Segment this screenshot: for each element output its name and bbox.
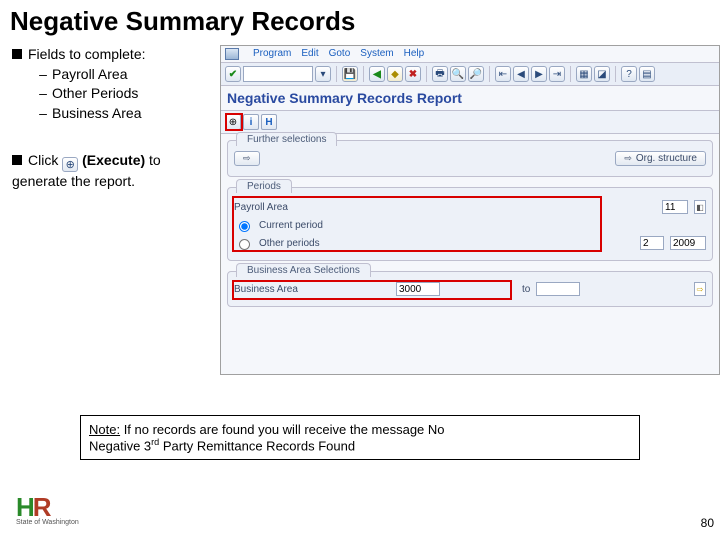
prev-page-button[interactable]: ◀ <box>513 66 529 82</box>
sap-application-toolbar: ⊕ i H <box>221 111 719 134</box>
menu-program[interactable]: Program <box>253 48 291 60</box>
last-page-button[interactable]: ⇥ <box>549 66 565 82</box>
business-area-from[interactable] <box>396 282 440 296</box>
field-item-2: Business Area <box>52 105 142 121</box>
business-area-to[interactable] <box>536 282 580 296</box>
save-button[interactable]: 💾 <box>342 66 358 82</box>
variant-button[interactable]: i <box>243 114 259 130</box>
business-area-label: Business Area <box>234 284 334 295</box>
cancel-button[interactable]: ✖ <box>405 66 421 82</box>
payroll-area-label: Payroll Area <box>234 202 344 213</box>
execute-button[interactable]: ⊕ <box>225 114 241 130</box>
note-text-a: If no records are found you will receive… <box>120 422 444 437</box>
hr-logo: HR State of Washington <box>16 492 79 526</box>
click-text: Click <box>28 152 58 168</box>
field-item-0: Payroll Area <box>52 66 127 82</box>
left-instructions: Fields to complete: –Payroll Area –Other… <box>12 45 212 375</box>
further-selections-group: Further selections ⇨ ⇨Org. structure <box>227 140 713 177</box>
execute-icon: ⊕ <box>62 157 78 172</box>
bullet-icon <box>12 155 22 165</box>
menu-goto[interactable]: Goto <box>329 48 351 60</box>
search-help-icon[interactable]: ◧ <box>694 200 706 214</box>
dropdown-icon[interactable]: ▾ <box>315 66 331 82</box>
payroll-area-field[interactable] <box>662 200 688 214</box>
menu-system[interactable]: System <box>360 48 393 60</box>
enter-button[interactable]: ✔ <box>225 66 241 82</box>
bullet-icon <box>12 49 22 59</box>
field-item-1: Other Periods <box>52 85 138 101</box>
layout-button[interactable]: ▦ <box>576 66 592 82</box>
system-menu-icon[interactable] <box>225 48 239 60</box>
page-number: 80 <box>701 516 714 530</box>
click-line2: generate the report. <box>12 172 212 192</box>
command-field[interactable] <box>243 66 313 82</box>
next-page-button[interactable]: ▶ <box>531 66 547 82</box>
logo-subtitle: State of Washington <box>16 519 79 526</box>
note-text-c: Party Remittance Records Found <box>159 438 355 453</box>
other-periods-label: Other periods <box>259 238 320 249</box>
sap-window: Program Edit Goto System Help ✔ ▾ 💾 ◀ ◆ … <box>220 45 720 375</box>
layout-menu-button[interactable]: ▤ <box>639 66 655 82</box>
find-next-button[interactable]: 🔎 <box>468 66 484 82</box>
other-period-from[interactable] <box>640 236 664 250</box>
info-button[interactable]: H <box>261 114 277 130</box>
periods-group: Periods Payroll Area ◧ Current period Ot… <box>227 187 713 261</box>
multiple-selection-icon[interactable]: ⇨ <box>694 282 706 296</box>
further-selections-tab: Further selections <box>236 132 337 146</box>
shortcut-button[interactable]: ◪ <box>594 66 610 82</box>
print-button[interactable]: 🖶 <box>432 66 448 82</box>
note-text-b: Negative 3 <box>89 438 151 453</box>
report-title: Negative Summary Records Report <box>221 86 719 111</box>
find-button[interactable]: 🔍 <box>450 66 466 82</box>
execute-label: (Execute) <box>82 152 145 168</box>
menu-help[interactable]: Help <box>404 48 425 60</box>
note-prefix: Note: <box>89 422 120 437</box>
business-area-tab: Business Area Selections <box>236 263 371 277</box>
further-selections-button[interactable]: ⇨ <box>234 151 260 166</box>
other-periods-radio[interactable] <box>239 239 250 250</box>
sap-menubar: Program Edit Goto System Help <box>221 46 719 63</box>
slide-title: Negative Summary Records <box>0 0 720 37</box>
fields-heading: Fields to complete: <box>28 46 146 62</box>
back-button[interactable]: ◀ <box>369 66 385 82</box>
menu-edit[interactable]: Edit <box>301 48 318 60</box>
other-period-year[interactable] <box>670 236 706 250</box>
sap-standard-toolbar: ✔ ▾ 💾 ◀ ◆ ✖ 🖶 🔍 🔎 ⇤ ◀ ▶ ⇥ ▦ ◪ ? ▤ <box>221 63 719 86</box>
current-period-radio[interactable] <box>239 221 250 232</box>
first-page-button[interactable]: ⇤ <box>495 66 511 82</box>
note-box: Note: If no records are found you will r… <box>80 415 640 460</box>
current-period-label: Current period <box>259 220 323 231</box>
to-label: to <box>522 284 530 295</box>
periods-tab: Periods <box>236 179 292 193</box>
help-button[interactable]: ? <box>621 66 637 82</box>
exit-button[interactable]: ◆ <box>387 66 403 82</box>
business-area-group: Business Area Selections Business Area t… <box>227 271 713 307</box>
org-structure-button[interactable]: ⇨Org. structure <box>615 151 706 166</box>
